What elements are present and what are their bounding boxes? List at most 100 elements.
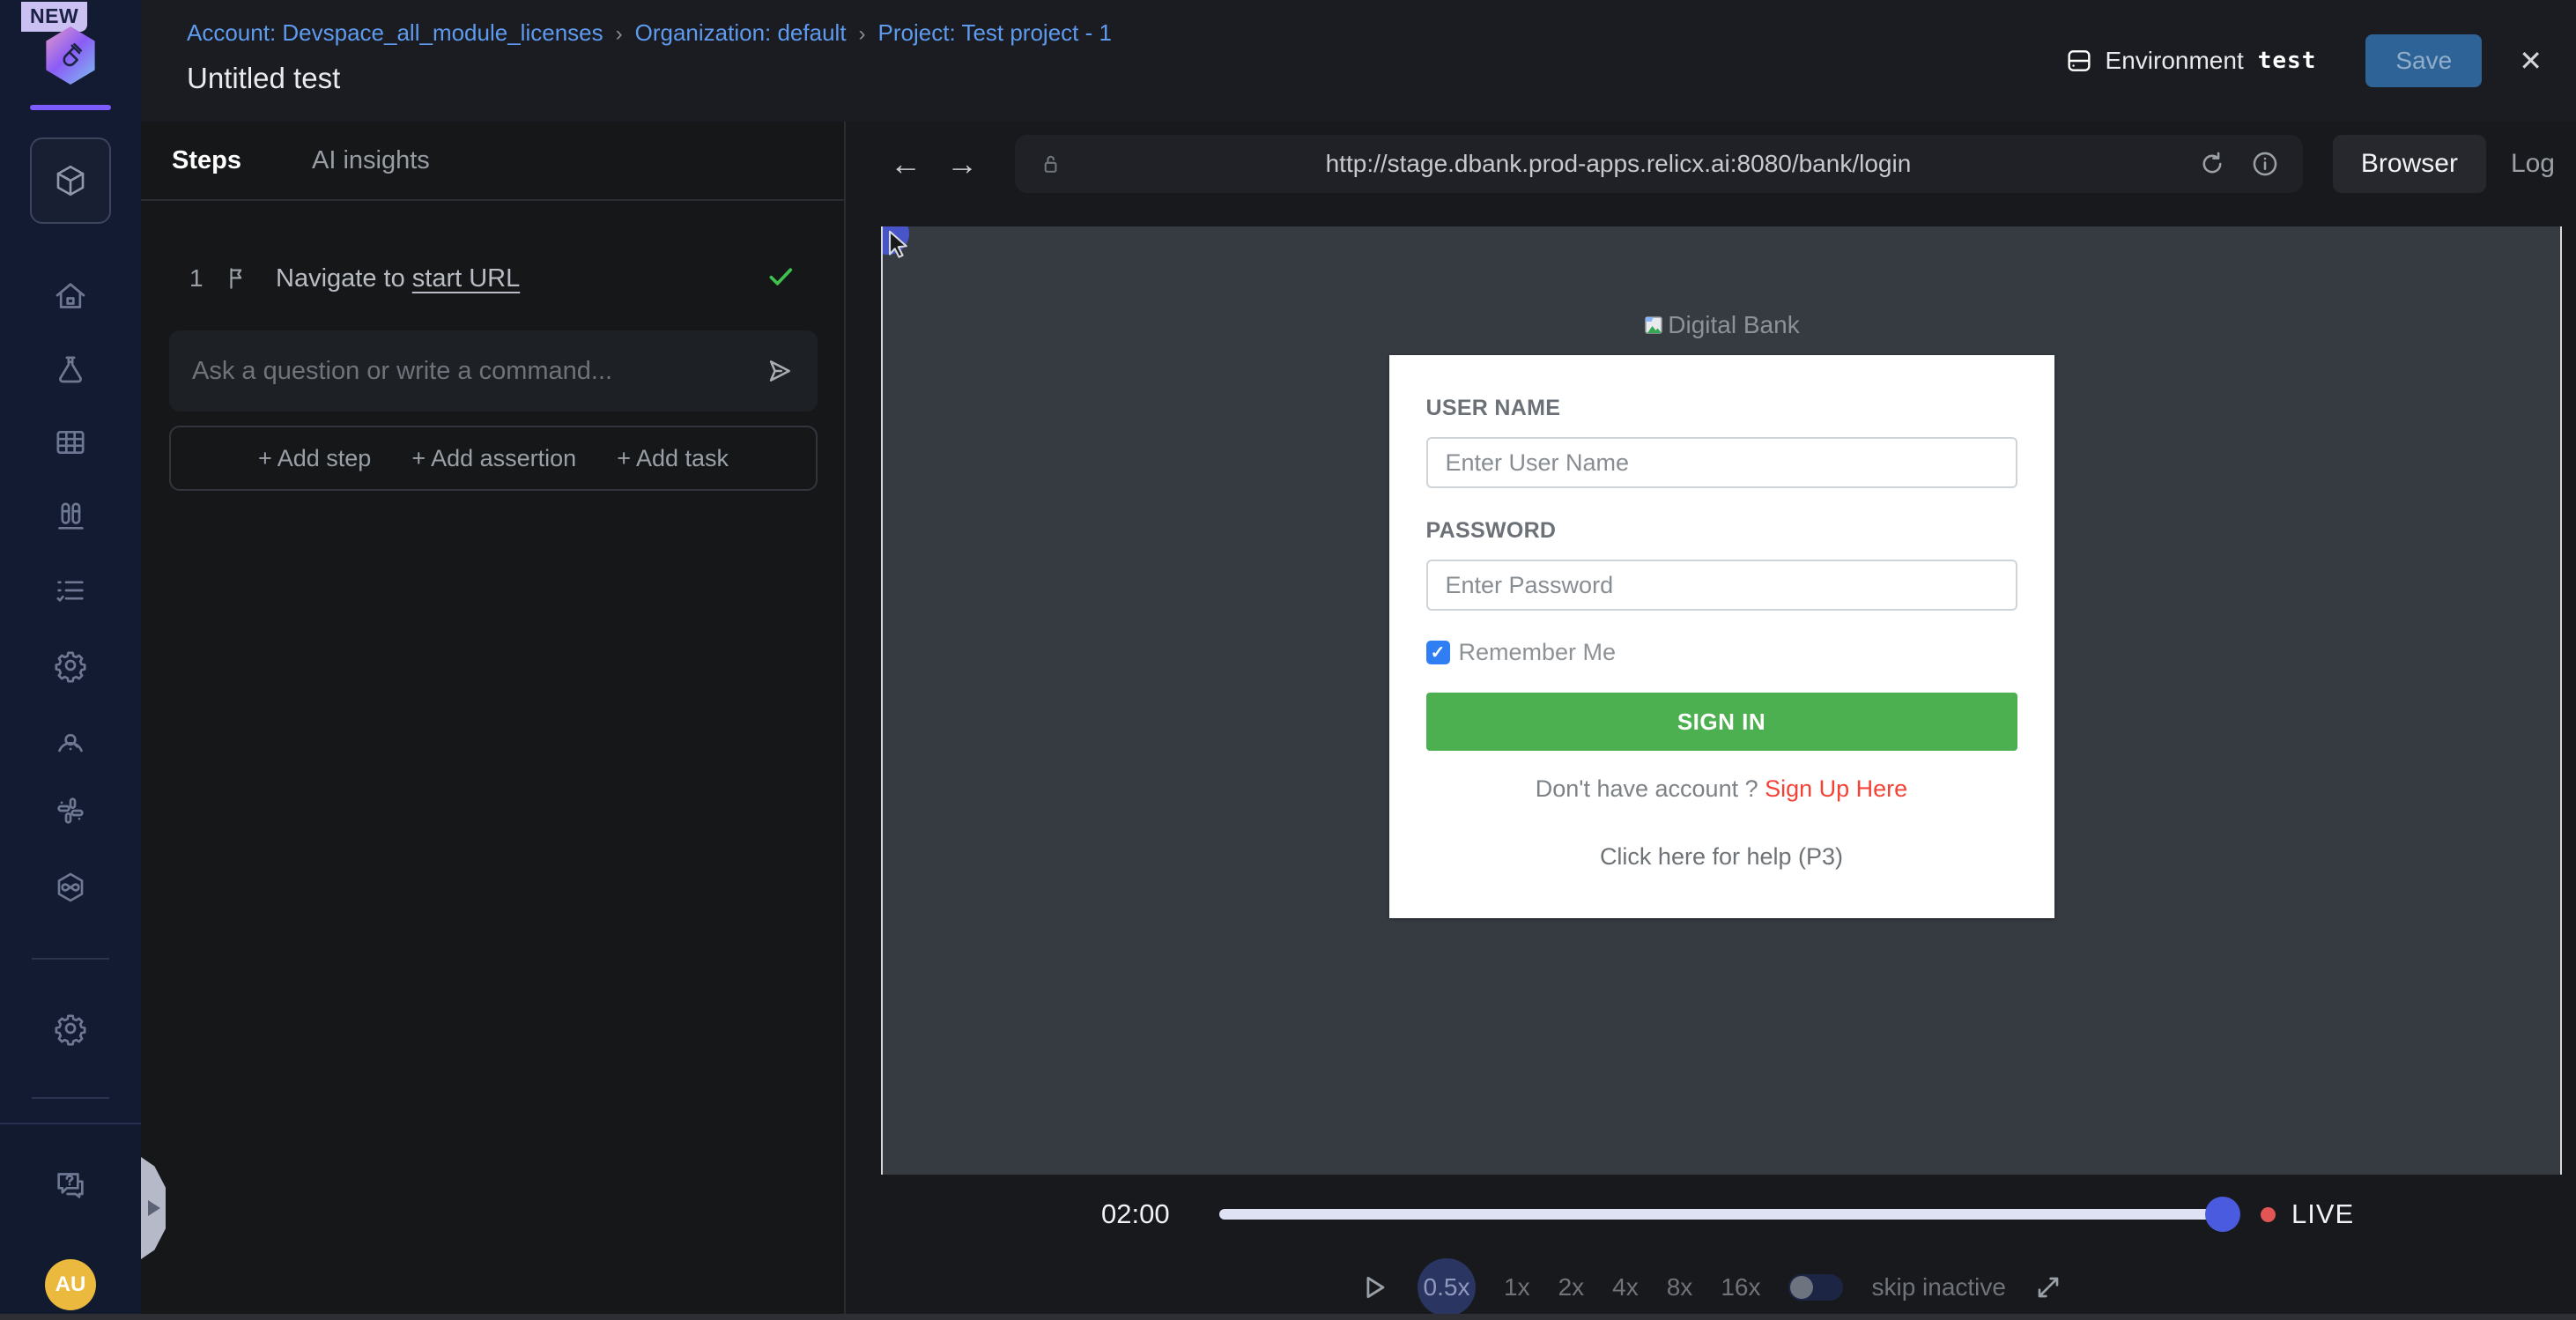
sidebar-item-admin-settings[interactable] — [51, 1009, 90, 1048]
sidebar-item-checklist[interactable] — [51, 571, 90, 610]
speed-1x[interactable]: 1x — [1504, 1273, 1530, 1301]
app-logo[interactable] — [44, 26, 97, 85]
command-box — [169, 330, 818, 412]
sidebar-item-runs[interactable] — [51, 497, 90, 536]
user-search-icon — [53, 724, 88, 760]
timeline-scrubber-knob[interactable] — [2205, 1197, 2240, 1232]
remember-me-label: Remember Me — [1459, 639, 1617, 666]
add-assertion-button[interactable]: + Add assertion — [411, 445, 576, 472]
top-bar: Account: Devspace_all_module_licenses›Or… — [141, 0, 2576, 122]
close-icon[interactable]: ✕ — [2519, 47, 2543, 75]
play-icon — [1359, 1272, 1389, 1302]
back-arrow-icon[interactable]: ← — [877, 145, 934, 182]
help-chat-button[interactable] — [51, 1166, 90, 1205]
breadcrumb: Account: Devspace_all_module_licenses›Or… — [187, 19, 1112, 47]
forward-arrow-icon[interactable]: → — [934, 145, 990, 182]
tab-log[interactable]: Log — [2486, 135, 2558, 193]
site-logo: Digital Bank — [883, 311, 2560, 339]
speed-16x[interactable]: 16x — [1721, 1273, 1760, 1301]
url-text[interactable]: http://stage.dbank.prod-apps.relicx.ai:8… — [1062, 150, 2174, 178]
url-bar[interactable]: http://stage.dbank.prod-apps.relicx.ai:8… — [1015, 135, 2303, 193]
list-icon — [53, 573, 88, 608]
speed-0-5x[interactable]: 0.5x — [1418, 1258, 1476, 1316]
sign-up-link[interactable]: Sign Up Here — [1765, 775, 1907, 802]
sidebar-item-tests-lab[interactable] — [51, 351, 90, 389]
username-field[interactable] — [1426, 437, 2017, 488]
sidebar-item-tests-active[interactable] — [30, 137, 111, 224]
flag-icon — [225, 265, 251, 292]
breadcrumb-separator: › — [847, 22, 878, 46]
send-icon[interactable] — [765, 356, 795, 386]
skip-inactive-toggle[interactable] — [1788, 1274, 1843, 1301]
login-card: USER NAME PASSWORD ✓ Remember Me SIGN IN… — [1389, 355, 2054, 918]
speed-4x[interactable]: 4x — [1612, 1273, 1639, 1301]
skip-inactive-label: skip inactive — [1871, 1273, 2006, 1301]
main-column: Account: Devspace_all_module_licenses›Or… — [141, 0, 2576, 1320]
chat-question-icon — [53, 1168, 88, 1203]
app-window: NEW — [0, 0, 2576, 1320]
sidebar-item-suites-grid[interactable] — [51, 423, 90, 462]
refresh-icon[interactable] — [2197, 149, 2227, 179]
browser-toolbar: ← → http://stage.dbank.prod-apps.relicx.… — [846, 122, 2576, 205]
flask-icon — [53, 352, 88, 388]
speed-8x[interactable]: 8x — [1667, 1273, 1693, 1301]
environment-selector[interactable]: Environment test — [2065, 47, 2317, 75]
sidebar-item-home[interactable] — [51, 277, 90, 315]
live-label: LIVE — [2291, 1198, 2354, 1230]
sidebar-item-settings[interactable] — [51, 646, 90, 685]
remember-me-checkbox[interactable]: ✓ — [1426, 641, 1450, 664]
breadcrumb-account[interactable]: Account: Devspace_all_module_licenses — [187, 19, 603, 46]
tab-steps[interactable]: Steps — [172, 146, 241, 175]
info-icon[interactable] — [2250, 149, 2280, 179]
environment-disk-icon — [2065, 47, 2093, 75]
password-field[interactable] — [1426, 560, 2017, 611]
step-text: Navigate to start URL — [276, 264, 520, 293]
breadcrumb-organization[interactable]: Organization: default — [635, 19, 847, 46]
signup-row: Don't have account ? Sign Up Here — [1426, 775, 2017, 803]
fullscreen-button[interactable] — [2034, 1273, 2062, 1301]
command-input[interactable] — [192, 357, 765, 386]
save-button[interactable]: Save — [2365, 34, 2482, 87]
site-logo-alt-text: Digital Bank — [1668, 311, 1799, 339]
content-row: Steps AI insights 1 Navigate to start UR… — [141, 122, 2576, 1320]
expand-icon — [2034, 1273, 2062, 1301]
step-success-check — [766, 262, 796, 296]
breadcrumb-project[interactable]: Project: Test project - 1 — [878, 19, 1112, 46]
sidebar-item-explore[interactable] — [51, 723, 90, 761]
tab-browser[interactable]: Browser — [2333, 135, 2486, 193]
add-step-button[interactable]: + Add step — [258, 445, 371, 472]
add-task-button[interactable]: + Add task — [617, 445, 729, 472]
breadcrumb-separator: › — [603, 22, 635, 46]
slack-icon — [53, 793, 88, 828]
cube-icon — [52, 162, 89, 199]
remember-me-row: ✓ Remember Me — [1426, 639, 2017, 666]
avatar[interactable]: AU — [45, 1259, 96, 1310]
username-label: USER NAME — [1426, 396, 1561, 420]
sidebar-divider — [32, 1097, 109, 1099]
browser-panel: ← → http://stage.dbank.prod-apps.relicx.… — [846, 122, 2576, 1320]
sidebar-bottom-section: AU — [0, 1123, 141, 1320]
sidebar-divider — [32, 958, 109, 960]
playback-controls: 0.5x 1x 2x 4x 8x 16x skip inactive — [846, 1254, 2576, 1320]
environment-label: Environment — [2106, 47, 2244, 75]
cursor-icon — [885, 228, 916, 260]
start-url-link[interactable]: start URL — [412, 264, 520, 293]
home-icon — [53, 278, 88, 314]
browser-viewport[interactable]: Digital Bank USER NAME PASSWORD ✓ Rememb… — [881, 226, 2562, 1175]
sidebar-item-integrations[interactable] — [51, 791, 90, 830]
tab-ai-insights[interactable]: AI insights — [312, 146, 430, 175]
timeline-track[interactable] — [1219, 1209, 2224, 1220]
speed-2x[interactable]: 2x — [1558, 1273, 1585, 1301]
sidebar-item-links[interactable] — [51, 868, 90, 907]
browser-viewport-wrap: Digital Bank USER NAME PASSWORD ✓ Rememb… — [846, 205, 2576, 1175]
logo-active-underline — [30, 105, 111, 110]
help-link[interactable]: Click here for help (P3) — [1426, 843, 2017, 871]
new-badge: NEW — [21, 2, 87, 32]
step-row-1[interactable]: 1 Navigate to start URL — [141, 252, 844, 305]
play-button[interactable] — [1359, 1272, 1389, 1302]
grid-icon — [53, 425, 88, 460]
step-number: 1 — [189, 264, 225, 293]
sign-in-button[interactable]: SIGN IN — [1426, 693, 2017, 751]
timeline-timestamp: 02:00 — [1101, 1198, 1172, 1230]
unlocked-padlock-icon — [1038, 152, 1062, 176]
